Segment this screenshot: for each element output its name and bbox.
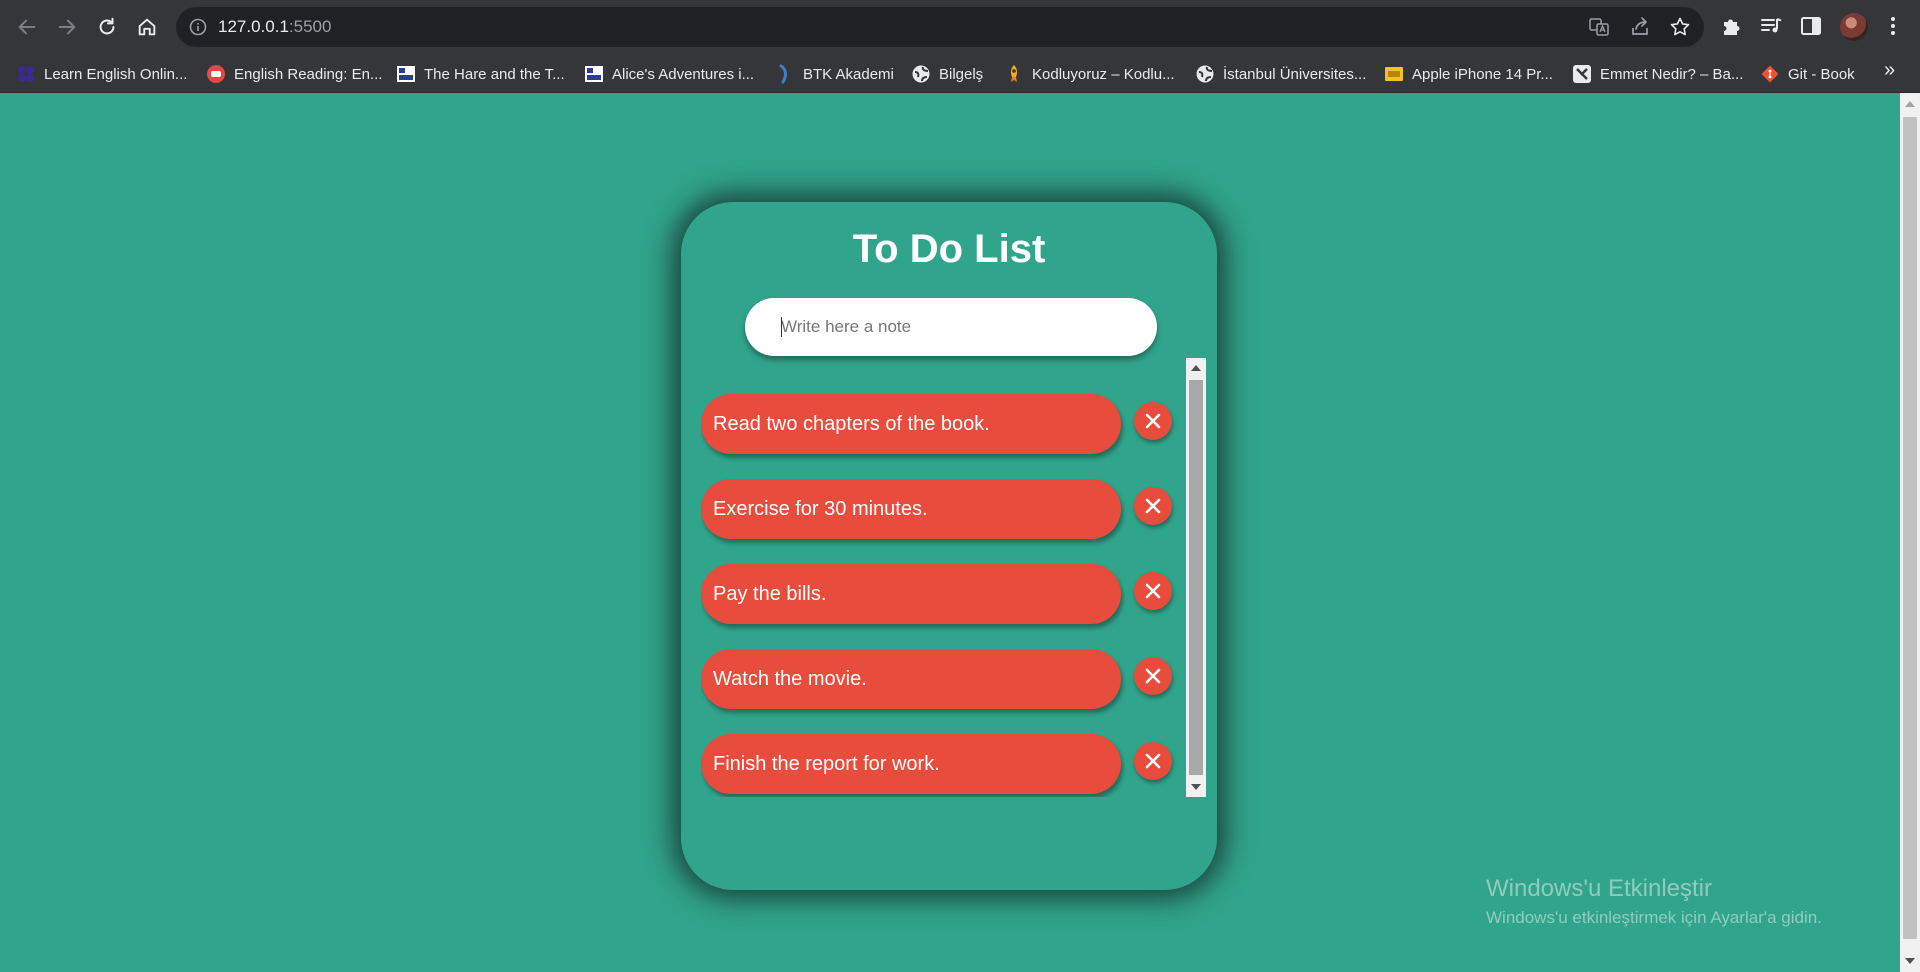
forward-arrow-icon xyxy=(58,19,76,35)
url-port: :5500 xyxy=(288,17,332,36)
reload-button[interactable] xyxy=(92,12,122,42)
bookmark-label: Git - Book xyxy=(1788,65,1855,83)
delete-todo-button[interactable] xyxy=(1134,402,1172,440)
bookmark-item[interactable]: İstanbul Üniversites... xyxy=(1195,55,1366,93)
close-icon xyxy=(1145,413,1161,429)
back-button[interactable] xyxy=(12,12,42,42)
bookmark-item[interactable]: Apple iPhone 14 Pr... xyxy=(1384,55,1553,93)
media-queue-icon[interactable] xyxy=(1758,13,1784,39)
bookmark-label: Emmet Nedir? – Ba... xyxy=(1600,65,1744,83)
close-icon xyxy=(1145,668,1161,684)
profile-avatar[interactable] xyxy=(1840,13,1868,41)
bookmark-item[interactable]: Bilgelş xyxy=(911,55,983,93)
todo-text[interactable]: Exercise for 30 minutes. xyxy=(701,479,1121,539)
translate-icon[interactable] xyxy=(1588,16,1610,38)
todo-item: Read two chapters of the book. xyxy=(701,394,1191,454)
extensions-puzzle-icon[interactable] xyxy=(1718,13,1744,39)
bookmark-label: Apple iPhone 14 Pr... xyxy=(1412,65,1553,83)
close-icon xyxy=(1145,753,1161,769)
close-icon xyxy=(1145,583,1161,599)
scroll-up-arrow-icon[interactable] xyxy=(1191,365,1201,371)
globe-icon xyxy=(911,64,931,84)
browser-toolbar: 127.0.0.1:5500 xyxy=(0,0,1920,55)
bookmark-item[interactable]: The Hare and the T... xyxy=(396,55,565,93)
site-info-icon[interactable] xyxy=(188,17,208,37)
activation-watermark-subtitle: Windows'u etkinleştirmek için Ayarlar'a … xyxy=(1486,908,1822,927)
close-icon xyxy=(1145,498,1161,514)
todo-text[interactable]: Read two chapters of the book. xyxy=(701,394,1121,454)
delete-todo-button[interactable] xyxy=(1134,487,1172,525)
todo-text[interactable]: Watch the movie. xyxy=(701,649,1121,709)
home-icon xyxy=(138,18,156,36)
todo-list: Read two chapters of the book. Exercise … xyxy=(701,357,1191,797)
todo-item: Exercise for 30 minutes. xyxy=(701,479,1191,539)
scroll-down-arrow-icon[interactable] xyxy=(1191,784,1201,790)
note-input[interactable] xyxy=(745,298,1157,356)
bookmarks-bar: Learn English Onlin... English Reading: … xyxy=(0,55,1920,93)
more-menu-icon[interactable] xyxy=(1880,13,1906,39)
todo-item: Finish the report for work. xyxy=(701,734,1191,794)
todo-item: Pay the bills. xyxy=(701,564,1191,624)
todo-text[interactable]: Finish the report for work. xyxy=(701,734,1121,794)
book-site-icon xyxy=(396,64,416,84)
emmet-icon xyxy=(1572,64,1592,84)
url-host: 127.0.0.1 xyxy=(218,17,289,36)
back-arrow-icon xyxy=(18,19,36,35)
scroll-down-arrow-icon[interactable] xyxy=(1905,958,1915,964)
scrollbar-thumb[interactable] xyxy=(1189,380,1203,775)
todo-list-scrollbar[interactable] xyxy=(1186,358,1206,797)
book-site-icon xyxy=(584,64,604,84)
scroll-up-arrow-icon[interactable] xyxy=(1905,101,1915,107)
bookmark-item[interactable]: BTK Akademi xyxy=(775,55,894,93)
bookmark-item[interactable]: Git - Book xyxy=(1760,55,1855,93)
page-scrollbar[interactable] xyxy=(1900,93,1920,972)
bookmark-label: Kodluyoruz – Kodlu... xyxy=(1032,65,1175,83)
bookmarks-overflow-button[interactable]: » xyxy=(1884,59,1895,82)
page-title: To Do List xyxy=(852,227,1046,271)
globe-icon xyxy=(1195,64,1215,84)
scrollbar-thumb[interactable] xyxy=(1903,117,1917,939)
red-speech-icon xyxy=(206,64,226,84)
bookmark-item[interactable]: Kodluyoruz – Kodlu... xyxy=(1004,55,1175,93)
bookmark-item[interactable]: Emmet Nedir? – Ba... xyxy=(1572,55,1743,93)
bookmark-item[interactable]: Learn English Onlin... xyxy=(16,55,187,93)
bookmark-label: BTK Akademi xyxy=(803,65,894,83)
btk-icon xyxy=(775,64,795,84)
bookmark-label: İstanbul Üniversites... xyxy=(1223,65,1367,83)
todo-card: To Do List Read two chapters of the book… xyxy=(681,202,1217,890)
git-icon xyxy=(1760,64,1780,84)
side-panel-icon[interactable] xyxy=(1798,13,1824,39)
delete-todo-button[interactable] xyxy=(1134,572,1172,610)
forward-button[interactable] xyxy=(52,12,82,42)
todo-text[interactable]: Pay the bills. xyxy=(701,564,1121,624)
home-button[interactable] xyxy=(132,12,162,42)
bookmark-label: Bilgelş xyxy=(939,65,984,83)
bookmark-label: English Reading: En... xyxy=(234,65,383,83)
activation-watermark-title: Windows'u Etkinleştir xyxy=(1486,875,1712,902)
rocket-icon xyxy=(1004,64,1024,84)
bookmark-item[interactable]: English Reading: En... xyxy=(206,55,382,93)
reload-icon xyxy=(99,17,115,35)
yellow-site-icon xyxy=(1384,64,1404,84)
url-text[interactable]: 127.0.0.1:5500 xyxy=(218,17,331,37)
delete-todo-button[interactable] xyxy=(1134,742,1172,780)
bookmark-label: Learn English Onlin... xyxy=(44,65,188,83)
text-caret xyxy=(781,317,782,337)
bookmark-item[interactable]: Alice's Adventures i... xyxy=(584,55,754,93)
bookmark-label: Alice's Adventures i... xyxy=(612,65,755,83)
bookmark-star-icon[interactable] xyxy=(1669,16,1691,38)
purple-dots-icon xyxy=(16,64,36,84)
todo-item: Watch the movie. xyxy=(701,649,1191,709)
bookmark-label: The Hare and the T... xyxy=(424,65,565,83)
share-icon[interactable] xyxy=(1629,16,1651,38)
address-bar[interactable]: 127.0.0.1:5500 xyxy=(176,7,1704,47)
delete-todo-button[interactable] xyxy=(1134,657,1172,695)
